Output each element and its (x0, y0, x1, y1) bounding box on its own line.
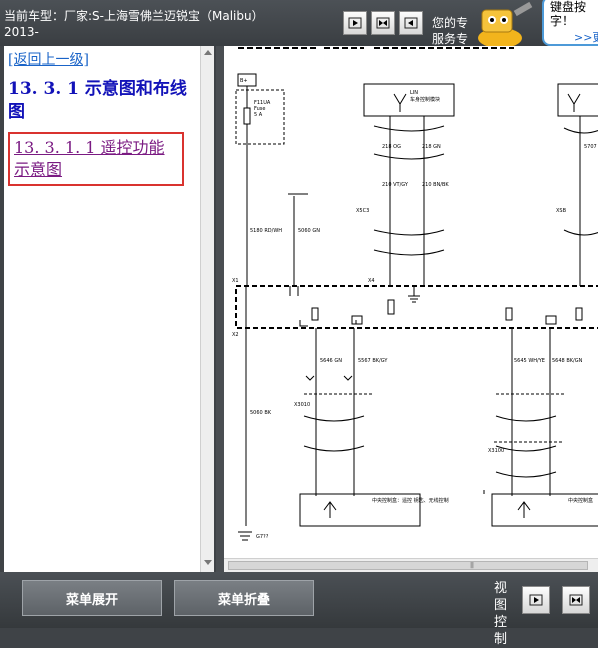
conn-x4-label: X4 (368, 278, 375, 284)
bplus-label: B+ (240, 78, 248, 84)
top-toolbar: 当前车型：厂家:S-上海雪佛兰迈锐宝（Malibu） 2013- 您的专 服务专 (0, 0, 598, 46)
scroll-up-icon[interactable] (204, 50, 212, 55)
car-model-info: 当前车型：厂家:S-上海雪佛兰迈锐宝（Malibu） 2013- (4, 8, 294, 40)
fuse-label-3: 5 A (254, 112, 263, 118)
conn-x3100-label: X3100 (488, 448, 504, 454)
wire-210-vt: 210 VT/GY (382, 182, 409, 188)
wire-5567-bk-label: 5567 BK/GY (358, 358, 388, 364)
top-module-label-1: LIN (410, 90, 418, 96)
bottom-module-label-2: 中央控制盒 (568, 497, 593, 504)
navigation-panel: [返回上一级] 13. 3. 1 示意图和布线图 13. 3. 1. 1 遥控功… (4, 46, 214, 572)
promo-line1: 您的专 (432, 16, 469, 30)
wire-5646-gn-label: 5646 GN (320, 358, 342, 364)
menu-expand-button[interactable]: 菜单展开 (22, 580, 162, 616)
ground-label: G7?? (256, 534, 269, 540)
view-forward-button[interactable] (522, 586, 550, 614)
wire-218-gn: 218 GN (422, 144, 441, 150)
wire-a2-label: 5060 GN (298, 228, 320, 234)
bubble-line1: 键盘按 (550, 0, 587, 14)
back-to-parent-link[interactable]: [返回上一级] (8, 49, 89, 69)
promo-bubble[interactable]: 键盘按 字！ >>更 (542, 0, 598, 46)
promo-text: 您的专 服务专 (432, 15, 468, 47)
wire-5648-bk-label: 5648 BK/GN (552, 358, 583, 364)
more-link[interactable]: >>更 (574, 31, 598, 45)
menu-collapse-button[interactable]: 菜单折叠 (174, 580, 314, 616)
grip-icon: ||| (470, 562, 474, 569)
conn-x1-label: X1 (232, 278, 239, 284)
bubble-line2: 字！ (550, 14, 575, 28)
section-title[interactable]: 13. 3. 1 示意图和布线图 (8, 78, 198, 124)
toggle-panel-button[interactable] (371, 11, 395, 35)
scrollbar-thumb[interactable] (228, 561, 588, 570)
arrow-right-icon (348, 17, 362, 29)
left-vertical-scrollbar[interactable] (200, 46, 214, 572)
car-model-line2: 2013- (4, 25, 39, 39)
wiring-diagram-viewer[interactable]: B+ F11UA Fuse 5 A X1 5180 RD/WH 5060 GN … (224, 46, 598, 572)
scroll-down-icon[interactable] (204, 560, 212, 565)
conn-x5-label: X5C3 (356, 208, 369, 214)
forward-button[interactable] (343, 11, 367, 35)
panel-divider[interactable] (216, 46, 224, 572)
mascot-mechanic-icon (478, 1, 533, 46)
view-control-label: 视图控制 (494, 581, 508, 647)
bottom-module-label-1: 中央控制盒：遥控 钥匙、无线控制 (372, 497, 449, 504)
double-arrow-icon (376, 17, 390, 29)
top-module-label-2: 车身控制模块 (410, 96, 440, 103)
back-button[interactable] (399, 11, 423, 35)
bottom-toolbar: 菜单展开 菜单折叠 视图控制 (0, 572, 598, 647)
wire-5645-wh-label: 5645 WH/YE (514, 358, 545, 364)
promo-line2: 服务专 (432, 32, 469, 46)
arrow-left-icon (404, 17, 418, 29)
arrow-right-icon (529, 594, 543, 606)
view-toggle-button[interactable] (562, 586, 590, 614)
conn-xsb-label: XSB (556, 208, 567, 214)
wire-210-bn: 210 BN/BK (422, 182, 449, 188)
car-model-line1: 当前车型：厂家:S-上海雪佛兰迈锐宝（Malibu） (4, 9, 264, 23)
selected-subsection-link[interactable]: 13. 3. 1. 1 遥控功能示意图 (8, 132, 184, 186)
wire-5707-label: 5707 (584, 144, 597, 150)
wire-vib-label: 5060 BK (250, 410, 272, 416)
diagram-horizontal-scrollbar[interactable]: ||| (224, 558, 598, 572)
conn-x2-label: X2 (232, 332, 239, 338)
wiring-diagram: B+ F11UA Fuse 5 A X1 5180 RD/WH 5060 GN … (232, 47, 598, 541)
wire-218-og: 218 OG (382, 144, 401, 150)
wire-a1-label: 5180 RD/WH (250, 228, 282, 234)
conn-x3010-label: X3010 (294, 402, 310, 408)
double-arrow-icon (569, 594, 583, 606)
